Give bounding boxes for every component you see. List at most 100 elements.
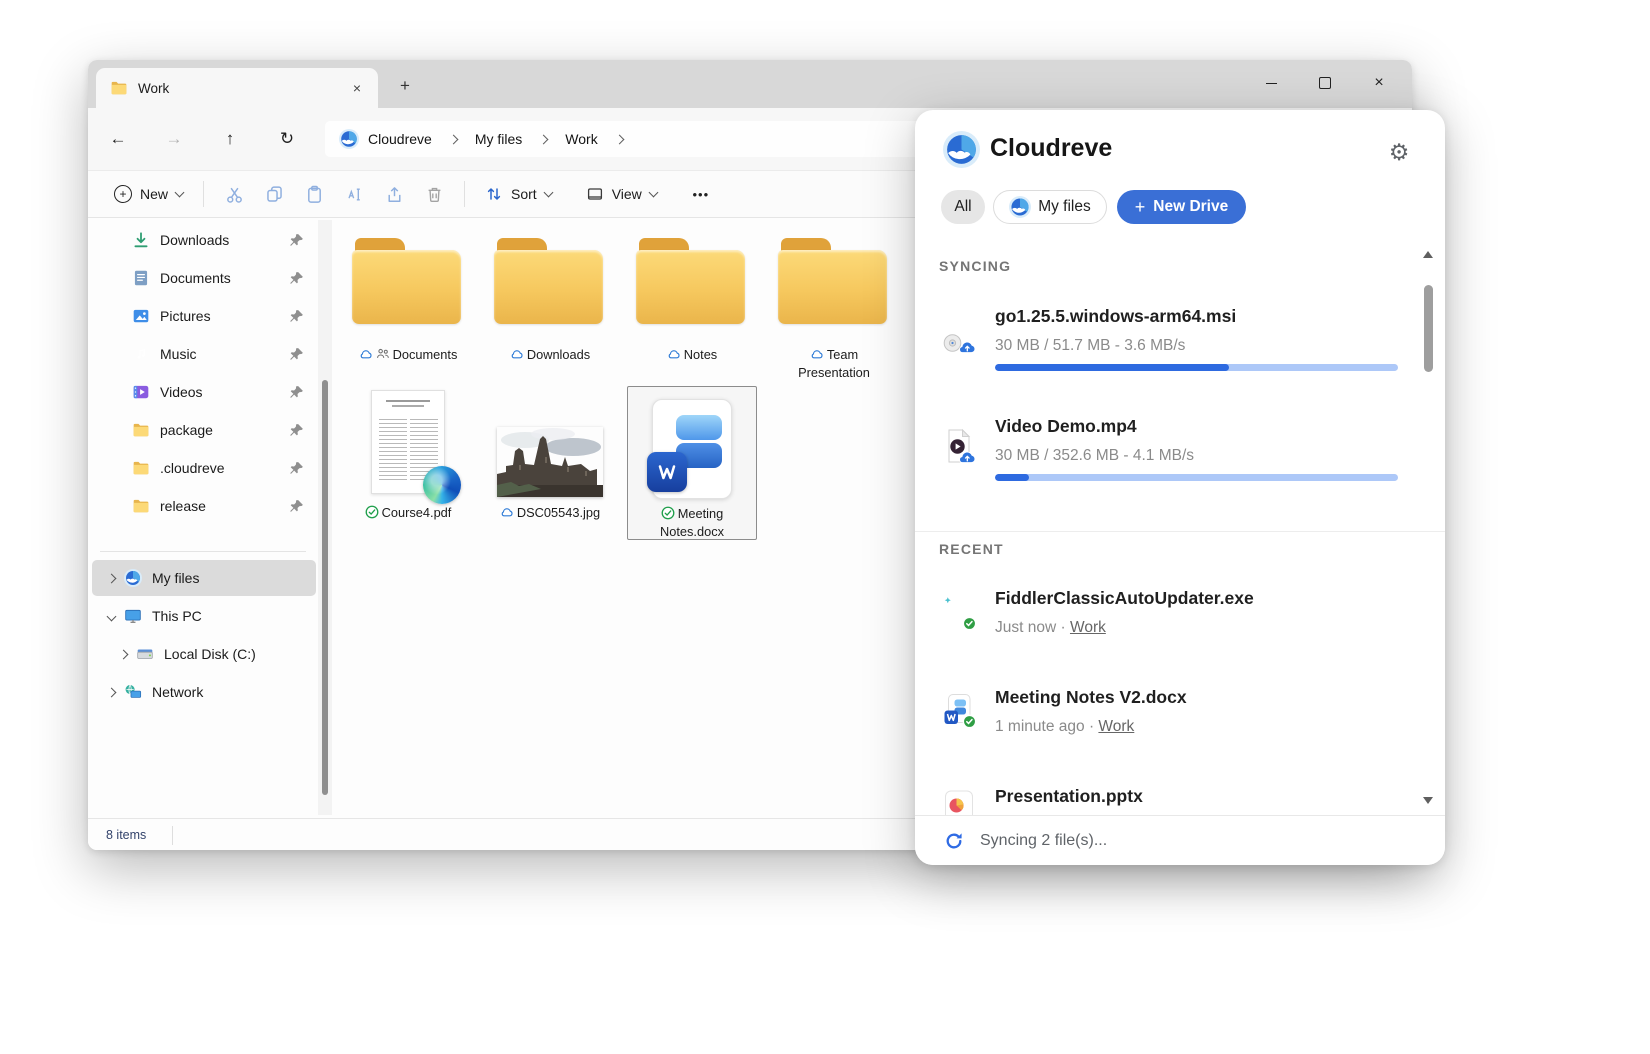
cut-icon [225, 185, 244, 204]
breadcrumb-root[interactable]: Cloudreve [368, 131, 432, 147]
breadcrumb-my-files[interactable]: My files [475, 131, 522, 147]
syncing-file-detail: 30 MB / 352.6 MB - 4.1 MB/s [995, 447, 1194, 465]
plus-icon: + [1135, 198, 1146, 216]
sidebar-item-this-pc[interactable]: This PC [92, 598, 316, 634]
refresh-button[interactable]: ↻ [273, 125, 301, 153]
delete-button[interactable] [414, 177, 454, 211]
folder-tile-team-presentation[interactable]: Team Presentation [769, 238, 899, 390]
screen: Work × + × ← → ↑ ↻ Cloudreve My files Wo… [0, 0, 1650, 1054]
back-button[interactable]: ← [104, 125, 132, 153]
cloudreve-logo-icon [124, 569, 142, 587]
sidebar-item-videos[interactable]: Videos [92, 374, 316, 410]
view-button[interactable]: View [576, 177, 667, 211]
synced-check-icon [365, 505, 379, 519]
sort-button-label: Sort [511, 186, 537, 202]
shared-people-icon [376, 347, 390, 361]
cloudreve-logo-icon [1009, 196, 1031, 218]
pin-icon[interactable] [289, 385, 304, 400]
filter-chip-my-files[interactable]: My files [993, 190, 1107, 224]
sidebar-item-documents[interactable]: Documents [92, 260, 316, 296]
breadcrumb-work[interactable]: Work [565, 131, 597, 147]
filter-chip-all[interactable]: All [941, 190, 985, 224]
close-button[interactable]: × [1358, 62, 1400, 104]
tab-close-icon[interactable]: × [344, 75, 370, 101]
scroll-down-icon[interactable] [1423, 797, 1433, 804]
pin-icon[interactable] [289, 233, 304, 248]
paste-button[interactable] [294, 177, 334, 211]
sidebar-item-local-disk-c[interactable]: Local Disk (C:) [92, 636, 316, 672]
sidebar-item-cloudreve[interactable]: .cloudreve [92, 450, 316, 486]
chevron-down-icon [175, 187, 185, 197]
copy-button[interactable] [254, 177, 294, 211]
recent-location-link[interactable]: Work [1070, 619, 1106, 636]
pin-icon[interactable] [289, 499, 304, 514]
msi-installer-icon [941, 318, 977, 354]
chevron-right-icon[interactable] [100, 575, 122, 582]
sidebar-item-package[interactable]: package [92, 412, 316, 448]
cut-button[interactable] [214, 177, 254, 211]
sort-button[interactable]: Sort [475, 177, 562, 211]
share-icon [385, 185, 404, 204]
recent-time: 1 minute ago [995, 718, 1085, 735]
tab-work[interactable]: Work × [96, 68, 378, 108]
folder-label: Documents [345, 346, 471, 364]
chevron-right-icon[interactable] [100, 689, 122, 696]
forward-button[interactable]: → [160, 125, 188, 153]
sort-arrows-icon [485, 185, 503, 203]
file-label: Meeting Notes.docx [630, 505, 754, 541]
trash-icon [425, 185, 444, 204]
close-icon: × [1374, 75, 1383, 91]
settings-button[interactable]: ⚙ [1383, 136, 1415, 168]
chevron-right-icon [448, 134, 458, 144]
folder-tile-documents[interactable]: Documents [343, 238, 473, 390]
pin-icon[interactable] [289, 309, 304, 324]
photo-thumbnail [497, 427, 603, 497]
share-button[interactable] [374, 177, 414, 211]
new-tab-button[interactable]: + [392, 73, 418, 99]
more-options-button[interactable]: ••• [681, 177, 721, 211]
chevron-down-icon [543, 187, 553, 197]
recent-time: Just now [995, 619, 1056, 636]
file-label: Course4.pdf [345, 504, 471, 522]
panel-footer: Syncing 2 file(s)... [915, 815, 1445, 865]
folder-tile-downloads[interactable]: Downloads [485, 238, 615, 390]
pin-icon[interactable] [289, 423, 304, 438]
sidebar-item-network[interactable]: Network [92, 674, 316, 710]
sidebar-item-downloads[interactable]: Downloads [92, 222, 316, 258]
network-icon [124, 683, 142, 701]
sidebar-item-music[interactable]: Music [92, 336, 316, 372]
pin-icon[interactable] [289, 461, 304, 476]
pin-icon[interactable] [289, 347, 304, 362]
file-tile-course4-pdf[interactable]: Course4.pdf [343, 386, 473, 538]
file-tile-dsc05543-jpg[interactable]: DSC05543.jpg [485, 386, 615, 538]
folder-tile-notes[interactable]: Notes [627, 238, 757, 390]
rename-button[interactable] [334, 177, 374, 211]
up-button[interactable]: ↑ [216, 125, 244, 153]
tab-bar: Work × + × [88, 60, 1412, 108]
recent-location-link[interactable]: Work [1098, 718, 1134, 735]
chevron-right-icon[interactable] [112, 651, 134, 658]
progress-fill [995, 474, 1029, 481]
cloudreve-logo-icon [943, 131, 980, 168]
sidebar-item-label: Pictures [160, 308, 289, 324]
new-drive-button[interactable]: + New Drive [1117, 190, 1246, 224]
cloud-icon [810, 347, 824, 361]
chevron-down-icon[interactable] [100, 613, 122, 620]
chevron-right-icon [539, 134, 549, 144]
sidebar-item-my-files[interactable]: My files [92, 560, 316, 596]
panel-scrollbar-thumb[interactable] [1424, 285, 1433, 372]
scroll-up-icon[interactable] [1423, 251, 1433, 258]
sidebar-item-label: package [160, 422, 289, 438]
file-tile-meeting-notes-docx[interactable]: Meeting Notes.docx [627, 386, 757, 540]
maximize-button[interactable] [1304, 62, 1346, 104]
word-document-icon [652, 399, 732, 499]
sidebar-item-pictures[interactable]: Pictures [92, 298, 316, 334]
minimize-button[interactable] [1250, 62, 1292, 104]
folder-label: Team Presentation [771, 346, 897, 382]
sidebar-item-release[interactable]: release [92, 488, 316, 524]
new-button[interactable]: + New [104, 177, 193, 211]
sidebar-scrollbar-thumb[interactable] [322, 380, 328, 795]
pin-icon[interactable] [289, 271, 304, 286]
items-count: 8 items [106, 828, 146, 842]
cloud-icon [510, 347, 524, 361]
